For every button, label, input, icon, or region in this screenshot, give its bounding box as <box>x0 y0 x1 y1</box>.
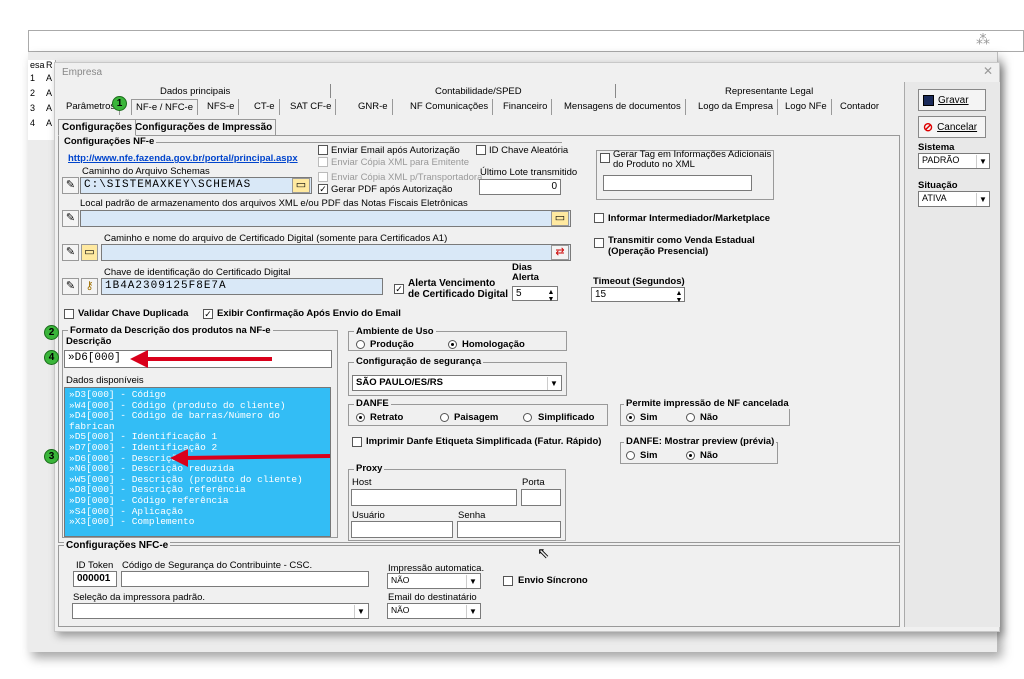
arrow-to-descricao <box>130 350 272 368</box>
subtab-configuracoes[interactable]: Configurações <box>58 119 137 136</box>
annotation-arrows <box>130 350 331 467</box>
arrow-to-d6-item <box>170 449 331 467</box>
